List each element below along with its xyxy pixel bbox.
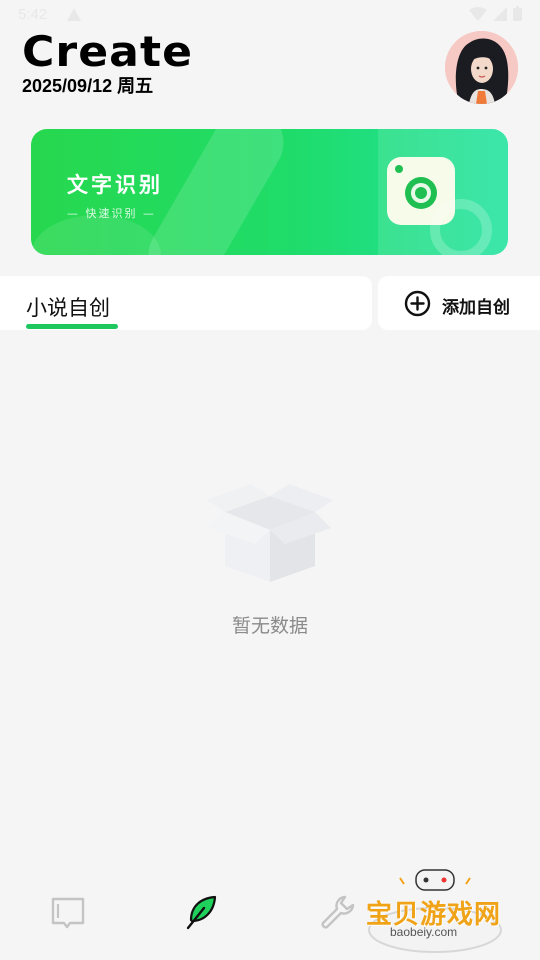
warning-icon [66,7,82,26]
nav-library[interactable] [48,892,88,932]
status-time: 5:42 [18,6,48,23]
banner-decoration-ring [426,195,496,255]
book-icon [48,897,88,936]
avatar-illustration [445,31,518,104]
signal-icon [493,6,507,25]
app-title: Create [22,27,194,76]
status-bar: 5:42 [0,0,540,30]
empty-box-icon [205,482,335,590]
nav-tools[interactable] [318,892,358,932]
tab-bar: 小说自创 [0,276,372,330]
wrench-icon [318,895,358,936]
active-tab-indicator [26,324,118,329]
banner-subtitle: — 快速识别 — [67,207,156,220]
status-icons [469,6,522,25]
watermark-logo: 宝贝游戏网 baobeiy.com [360,868,510,956]
nav-create[interactable] [182,892,222,932]
date-label: 2025/09/12 周五 [22,76,154,96]
add-creation-label: 添加自创 [442,298,510,318]
battery-icon [513,6,522,25]
avatar[interactable] [445,31,518,104]
text-recognition-banner[interactable]: 文字识别 — 快速识别 — [31,129,508,255]
feather-pen-icon [182,895,222,936]
watermark-url: baobeiy.com [390,925,458,939]
wifi-icon [469,6,487,25]
plus-circle-icon [404,290,431,321]
banner-decoration [31,215,161,255]
empty-state-message: 暂无数据 [231,615,308,637]
tab-novel-creation[interactable]: 小说自创 [26,292,110,322]
banner-title: 文字识别 [67,173,163,197]
add-creation-button[interactable]: 添加自创 [378,276,540,330]
